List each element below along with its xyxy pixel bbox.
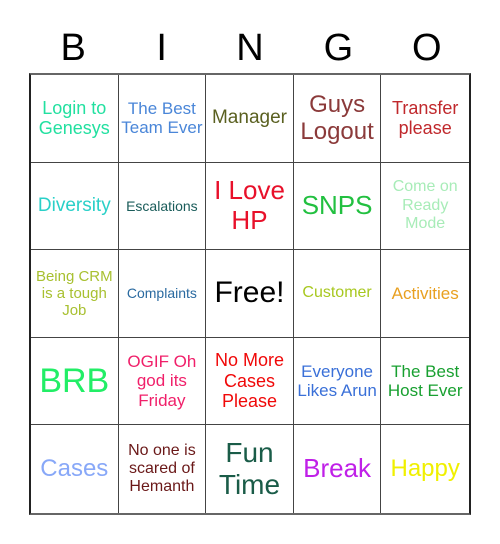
bingo-cell[interactable]: Come on Ready Mode	[381, 163, 469, 251]
bingo-cell[interactable]: Break	[294, 425, 382, 513]
free-space-cell[interactable]: Free!	[206, 250, 294, 338]
bingo-cell[interactable]: The Best Team Ever	[118, 75, 207, 163]
bingo-cell[interactable]: Customer	[293, 250, 382, 338]
bingo-cell[interactable]: SNPS	[293, 162, 382, 251]
bingo-cell[interactable]: The Best Host Ever	[381, 338, 469, 426]
bingo-cell[interactable]: Everyone Likes Arun	[293, 337, 382, 426]
bingo-cell[interactable]: Fun Time	[206, 425, 294, 513]
bingo-cell[interactable]: Transfer please	[381, 75, 469, 163]
bingo-cell[interactable]: No More Cases Please	[206, 337, 294, 426]
bingo-cell[interactable]: Activities	[381, 250, 469, 338]
bingo-cell[interactable]: No one is scared of Hemanth	[119, 425, 207, 513]
header-letter-g: G	[323, 27, 354, 69]
bingo-cell[interactable]: Being CRM is a tough Job	[31, 250, 119, 338]
bingo-grid: Login to Genesys The Best Team Ever Mana…	[29, 73, 471, 515]
bingo-cell[interactable]: Escalations	[118, 162, 207, 251]
header-letter-n: N	[236, 27, 264, 69]
bingo-cell[interactable]: Guys Logout	[293, 75, 382, 163]
header-letter-i: I	[156, 27, 167, 69]
bingo-cell[interactable]: BRB	[31, 337, 119, 426]
bingo-header: B I N G O	[29, 22, 471, 74]
bingo-cell[interactable]: Cases	[31, 425, 119, 513]
bingo-cell[interactable]: Manager	[206, 75, 294, 163]
bingo-cell[interactable]: Diversity	[31, 162, 119, 251]
bingo-cell[interactable]: I Love HP	[206, 162, 294, 251]
bingo-cell[interactable]: Happy	[381, 425, 469, 513]
bingo-cell[interactable]: OGIF Oh god its Friday	[118, 337, 207, 426]
bingo-cell[interactable]: Complaints	[118, 250, 207, 338]
header-letter-o: O	[412, 27, 442, 69]
bingo-cell[interactable]: Login to Genesys	[31, 75, 119, 163]
header-letter-b: B	[60, 27, 86, 69]
